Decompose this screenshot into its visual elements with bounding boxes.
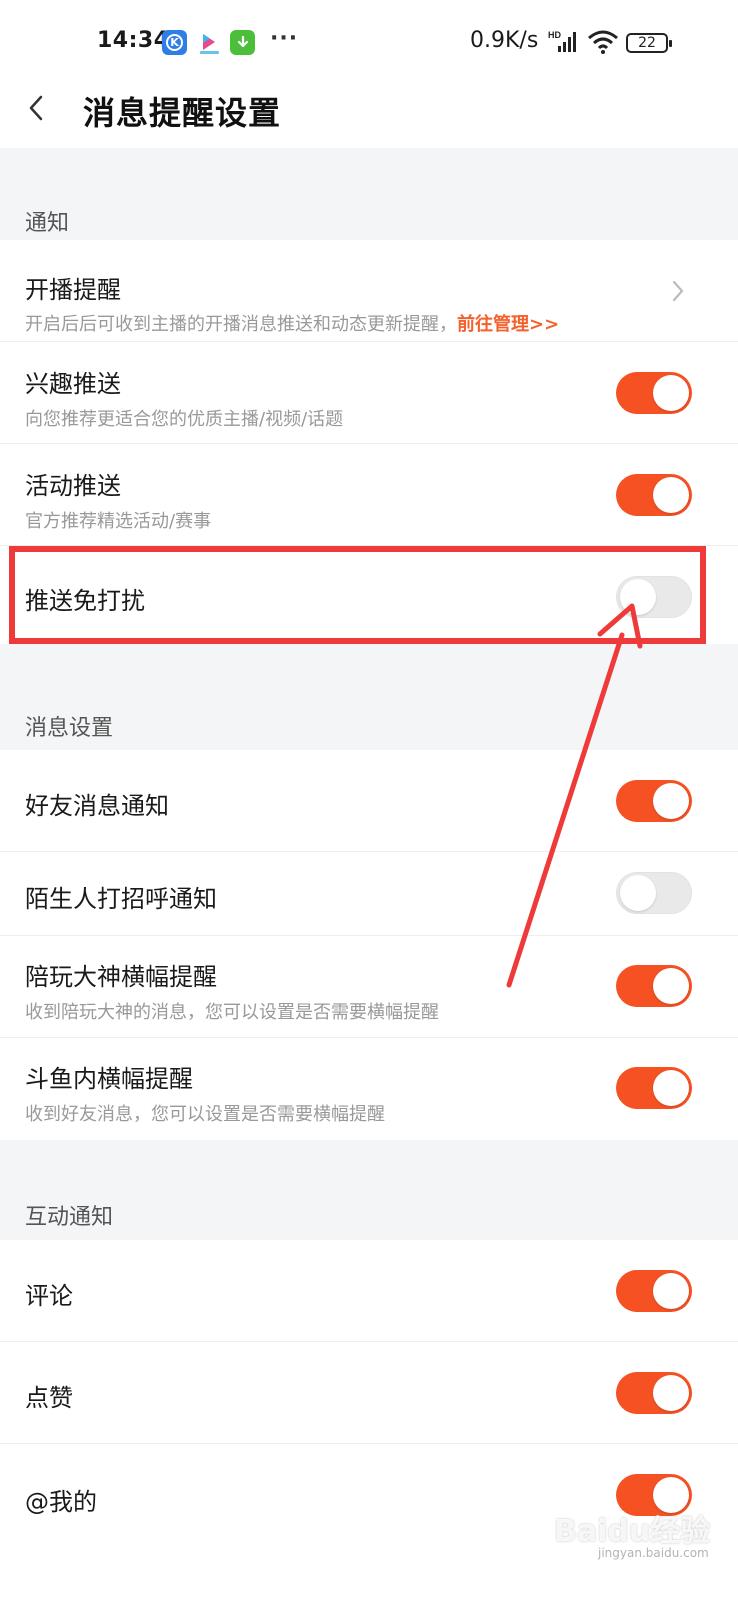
row-subtitle: 向您推荐更适合您的优质主播/视频/话题 [25, 409, 344, 430]
baidu-watermark: Baidu经验 [554, 1514, 711, 1549]
section-label: 消息设置 [25, 716, 114, 741]
row-like: 点赞 [0, 1342, 738, 1444]
row-title: 点赞 [25, 1384, 73, 1412]
inapp-banner-toggle[interactable] [616, 1067, 692, 1109]
row-inapp-banner: 斗鱼内横幅提醒 收到好友消息，您可以设置是否需要横幅提醒 [0, 1038, 738, 1140]
network-speed: 0.9K/s [470, 28, 539, 53]
back-button[interactable] [14, 86, 58, 130]
wifi-icon [587, 30, 619, 58]
row-live-reminder[interactable]: 开播提醒 开启后后可收到主播的开播消息推送和动态更新提醒，前往管理>> [0, 240, 738, 342]
bili-app-icon [197, 30, 222, 55]
row-comment: 评论 [0, 1240, 738, 1342]
section-label: 互动通知 [25, 1205, 114, 1230]
page-title: 消息提醒设置 [83, 94, 282, 132]
nav-bar: 消息提醒设置 [0, 82, 738, 148]
k-app-icon: K [162, 30, 187, 55]
row-title: 陌生人打招呼通知 [25, 885, 217, 913]
section-header-notifications: 通知 [0, 148, 738, 240]
signal-icon: HD [548, 30, 578, 58]
baidu-watermark-url: jingyan.baidu.com [598, 1546, 709, 1560]
row-title: 评论 [25, 1282, 73, 1310]
row-activity-push: 活动推送 官方推荐精选活动/赛事 [0, 444, 738, 546]
row-title: 斗鱼内横幅提醒 [25, 1065, 193, 1093]
battery-icon: 22 [626, 33, 672, 53]
signal-hd-label: HD [548, 30, 561, 40]
more-notifications-icon: ··· [270, 26, 299, 51]
activity-push-toggle[interactable] [616, 474, 692, 516]
annotation-highlight-box [9, 546, 706, 644]
row-interest-push: 兴趣推送 向您推荐更适合您的优质主播/视频/话题 [0, 342, 738, 444]
comment-toggle[interactable] [616, 1270, 692, 1312]
row-title: 兴趣推送 [25, 370, 121, 398]
section-label: 通知 [25, 211, 70, 236]
chevron-left-icon [29, 95, 43, 121]
row-subtitle: 收到好友消息，您可以设置是否需要横幅提醒 [25, 1104, 385, 1125]
row-subtitle: 官方推荐精选活动/赛事 [25, 511, 212, 532]
row-title: @我的 [25, 1488, 97, 1516]
row-title: 开播提醒 [25, 276, 121, 304]
status-time: 14:34 [97, 28, 170, 53]
row-title: 活动推送 [25, 472, 121, 500]
interest-push-toggle[interactable] [616, 372, 692, 414]
section-header-interaction: 互动通知 [0, 1140, 738, 1240]
row-title: 好友消息通知 [25, 792, 169, 820]
like-toggle[interactable] [616, 1372, 692, 1414]
chevron-right-icon [672, 280, 684, 302]
row-title: 陪玩大神横幅提醒 [25, 963, 217, 991]
row-stranger-greeting: 陌生人打招呼通知 [0, 852, 738, 936]
companion-banner-toggle[interactable] [616, 965, 692, 1007]
row-friend-message: 好友消息通知 [0, 750, 738, 852]
friend-message-toggle[interactable] [616, 780, 692, 822]
manage-link[interactable]: 前往管理>> [457, 314, 559, 335]
status-bar: 14:34 K ··· 0.9K/s HD 22 [0, 0, 738, 82]
section-header-message-settings: 消息设置 [0, 644, 738, 750]
row-companion-banner: 陪玩大神横幅提醒 收到陪玩大神的消息，您可以设置是否需要横幅提醒 [0, 936, 738, 1038]
row-subtitle: 开启后后可收到主播的开播消息推送和动态更新提醒，前往管理>> [25, 314, 560, 335]
row-subtitle: 收到陪玩大神的消息，您可以设置是否需要横幅提醒 [25, 1002, 439, 1023]
download-app-icon [230, 30, 255, 55]
stranger-greeting-toggle[interactable] [616, 872, 692, 914]
